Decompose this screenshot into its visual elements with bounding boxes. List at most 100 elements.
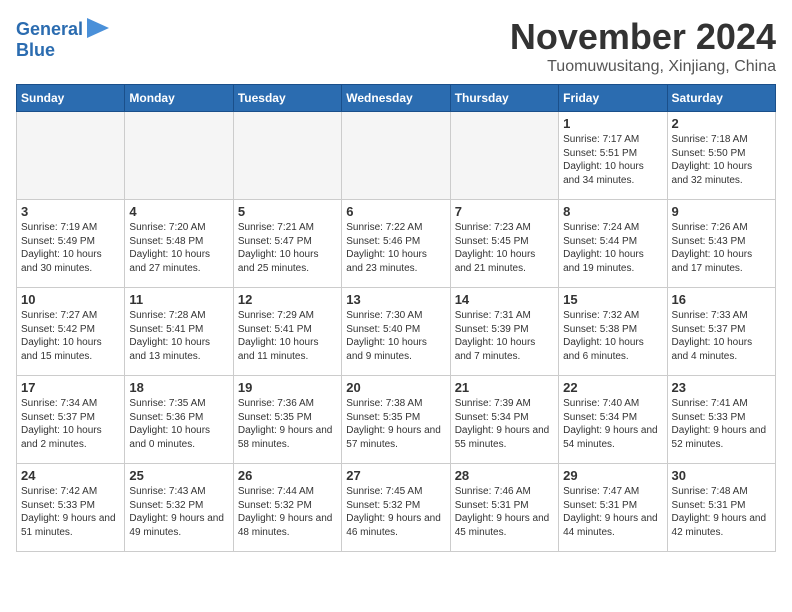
day-info-line: Sunset: 5:35 PM xyxy=(346,412,420,423)
day-info-line: Daylight: 10 hours and 27 minutes. xyxy=(129,249,210,274)
day-info-line: Sunrise: 7:45 AM xyxy=(346,486,422,497)
day-info: Sunrise: 7:24 AMSunset: 5:44 PMDaylight:… xyxy=(563,221,662,275)
day-info: Sunrise: 7:45 AMSunset: 5:32 PMDaylight:… xyxy=(346,485,445,539)
week-row-2: 3Sunrise: 7:19 AMSunset: 5:49 PMDaylight… xyxy=(17,200,776,288)
day-cell: 6Sunrise: 7:22 AMSunset: 5:46 PMDaylight… xyxy=(342,200,450,288)
day-info-line: Sunset: 5:33 PM xyxy=(21,500,95,511)
day-number: 20 xyxy=(346,380,445,395)
day-info-line: Daylight: 9 hours and 46 minutes. xyxy=(346,513,441,538)
day-info-line: Daylight: 10 hours and 13 minutes. xyxy=(129,337,210,362)
day-info-line: Daylight: 9 hours and 45 minutes. xyxy=(455,513,550,538)
day-info-line: Sunset: 5:34 PM xyxy=(455,412,529,423)
day-info-line: Sunset: 5:41 PM xyxy=(129,324,203,335)
day-info-line: Sunrise: 7:28 AM xyxy=(129,310,205,321)
day-number: 23 xyxy=(672,380,771,395)
day-info-line: Daylight: 10 hours and 7 minutes. xyxy=(455,337,536,362)
day-number: 8 xyxy=(563,204,662,219)
week-row-1: 1Sunrise: 7:17 AMSunset: 5:51 PMDaylight… xyxy=(17,112,776,200)
day-info: Sunrise: 7:33 AMSunset: 5:37 PMDaylight:… xyxy=(672,309,771,363)
day-info: Sunrise: 7:43 AMSunset: 5:32 PMDaylight:… xyxy=(129,485,228,539)
day-number: 9 xyxy=(672,204,771,219)
day-info-line: Sunrise: 7:22 AM xyxy=(346,222,422,233)
day-info-line: Sunset: 5:48 PM xyxy=(129,236,203,247)
day-info-line: Sunrise: 7:34 AM xyxy=(21,398,97,409)
day-cell: 25Sunrise: 7:43 AMSunset: 5:32 PMDayligh… xyxy=(125,464,233,552)
day-cell: 27Sunrise: 7:45 AMSunset: 5:32 PMDayligh… xyxy=(342,464,450,552)
day-info-line: Daylight: 10 hours and 21 minutes. xyxy=(455,249,536,274)
day-info-line: Sunset: 5:46 PM xyxy=(346,236,420,247)
day-cell: 11Sunrise: 7:28 AMSunset: 5:41 PMDayligh… xyxy=(125,288,233,376)
day-number: 15 xyxy=(563,292,662,307)
day-info-line: Sunrise: 7:17 AM xyxy=(563,134,639,145)
location: Tuomuwusitang, Xinjiang, China xyxy=(510,58,776,76)
week-row-3: 10Sunrise: 7:27 AMSunset: 5:42 PMDayligh… xyxy=(17,288,776,376)
day-info: Sunrise: 7:35 AM Sunset: 5:36 PM Daylight:… xyxy=(129,397,228,451)
day-number: 2 xyxy=(672,116,771,131)
day-info-line: Sunrise: 7:35 AM xyxy=(129,398,205,409)
day-info: Sunrise: 7:29 AMSunset: 5:41 PMDaylight:… xyxy=(238,309,337,363)
day-number: 19 xyxy=(238,380,337,395)
day-cell: 10Sunrise: 7:27 AMSunset: 5:42 PMDayligh… xyxy=(17,288,125,376)
day-info-line: Sunset: 5:42 PM xyxy=(21,324,95,335)
day-info-line: Daylight: 10 hours and 6 minutes. xyxy=(563,337,644,362)
day-info-line: Daylight: 9 hours and 42 minutes. xyxy=(672,513,767,538)
day-cell: 15Sunrise: 7:32 AMSunset: 5:38 PMDayligh… xyxy=(559,288,667,376)
day-cell: 20Sunrise: 7:38 AMSunset: 5:35 PMDayligh… xyxy=(342,376,450,464)
day-info-line: Sunrise: 7:26 AM xyxy=(672,222,748,233)
day-info-line: Sunrise: 7:48 AM xyxy=(672,486,748,497)
day-info-line: Sunrise: 7:39 AM xyxy=(455,398,531,409)
day-cell: 28Sunrise: 7:46 AMSunset: 5:31 PMDayligh… xyxy=(450,464,558,552)
day-info-line: Daylight: 10 hours and 4 minutes. xyxy=(672,337,753,362)
day-cell: 16Sunrise: 7:33 AMSunset: 5:37 PMDayligh… xyxy=(667,288,775,376)
day-info-line: Sunset: 5:31 PM xyxy=(563,500,637,511)
day-info-line: Daylight: 9 hours and 54 minutes. xyxy=(563,425,658,450)
day-cell: 12Sunrise: 7:29 AMSunset: 5:41 PMDayligh… xyxy=(233,288,341,376)
day-cell: 14Sunrise: 7:31 AMSunset: 5:39 PMDayligh… xyxy=(450,288,558,376)
header-row: SundayMondayTuesdayWednesdayThursdayFrid… xyxy=(17,85,776,112)
day-info: Sunrise: 7:36 AMSunset: 5:35 PMDaylight:… xyxy=(238,397,337,451)
day-number: 29 xyxy=(563,468,662,483)
day-info-line: Daylight: 9 hours and 48 minutes. xyxy=(238,513,333,538)
day-info: Sunrise: 7:38 AMSunset: 5:35 PMDaylight:… xyxy=(346,397,445,451)
day-info-line: Daylight: 10 hours and 25 minutes. xyxy=(238,249,319,274)
day-info-line: Sunset: 5:32 PM xyxy=(129,500,203,511)
day-info-line: Sunrise: 7:18 AM xyxy=(672,134,748,145)
day-info-line: Sunset: 5:39 PM xyxy=(455,324,529,335)
day-info-line: Sunset: 5:33 PM xyxy=(672,412,746,423)
day-number: 21 xyxy=(455,380,554,395)
week-row-4: 17Sunrise: 7:34 AMSunset: 5:37 PMDayligh… xyxy=(17,376,776,464)
col-header-wednesday: Wednesday xyxy=(342,85,450,112)
day-cell: 9Sunrise: 7:26 AMSunset: 5:43 PMDaylight… xyxy=(667,200,775,288)
day-info-line: Daylight: 10 hours and 0 minutes. xyxy=(129,425,210,450)
day-info-line: Daylight: 10 hours and 9 minutes. xyxy=(346,337,427,362)
day-info-line: Sunset: 5:47 PM xyxy=(238,236,312,247)
day-cell xyxy=(17,112,125,200)
day-number: 1 xyxy=(563,116,662,131)
day-info-line: Daylight: 10 hours and 30 minutes. xyxy=(21,249,102,274)
day-info-line: Sunset: 5:41 PM xyxy=(238,324,312,335)
day-info-line: Sunrise: 7:44 AM xyxy=(238,486,314,497)
day-info-line: Sunset: 5:36 PM xyxy=(129,412,203,423)
day-info: Sunrise: 7:46 AMSunset: 5:31 PMDaylight:… xyxy=(455,485,554,539)
day-cell xyxy=(233,112,341,200)
day-info-line: Sunset: 5:32 PM xyxy=(238,500,312,511)
logo-text-general: General xyxy=(16,20,83,40)
day-number: 14 xyxy=(455,292,554,307)
day-cell: 5Sunrise: 7:21 AMSunset: 5:47 PMDaylight… xyxy=(233,200,341,288)
day-cell: 24Sunrise: 7:42 AMSunset: 5:33 PMDayligh… xyxy=(17,464,125,552)
day-info-line: Sunrise: 7:32 AM xyxy=(563,310,639,321)
day-info: Sunrise: 7:47 AMSunset: 5:31 PMDaylight:… xyxy=(563,485,662,539)
day-info-line: Sunrise: 7:38 AM xyxy=(346,398,422,409)
day-info-line: Sunrise: 7:41 AM xyxy=(672,398,748,409)
day-info-line: Daylight: 9 hours and 44 minutes. xyxy=(563,513,658,538)
day-cell: 19 Sunrise: 7:36 AMSunset: 5:35 PMDayligh… xyxy=(233,376,341,464)
day-info-line: Daylight: 10 hours and 34 minutes. xyxy=(563,161,644,186)
page-header: General Blue November 2024 Tuomuwusitang… xyxy=(16,16,776,76)
day-info-line: Sunrise: 7:30 AM xyxy=(346,310,422,321)
month-title: November 2024 xyxy=(510,16,776,58)
day-number: 7 xyxy=(455,204,554,219)
day-info-line: Sunrise: 7:27 AM xyxy=(21,310,97,321)
day-info-line: Sunrise: 7:40 AM xyxy=(563,398,639,409)
day-cell: 13Sunrise: 7:30 AMSunset: 5:40 PMDayligh… xyxy=(342,288,450,376)
day-info: Sunrise: 7:22 AMSunset: 5:46 PMDaylight:… xyxy=(346,221,445,275)
